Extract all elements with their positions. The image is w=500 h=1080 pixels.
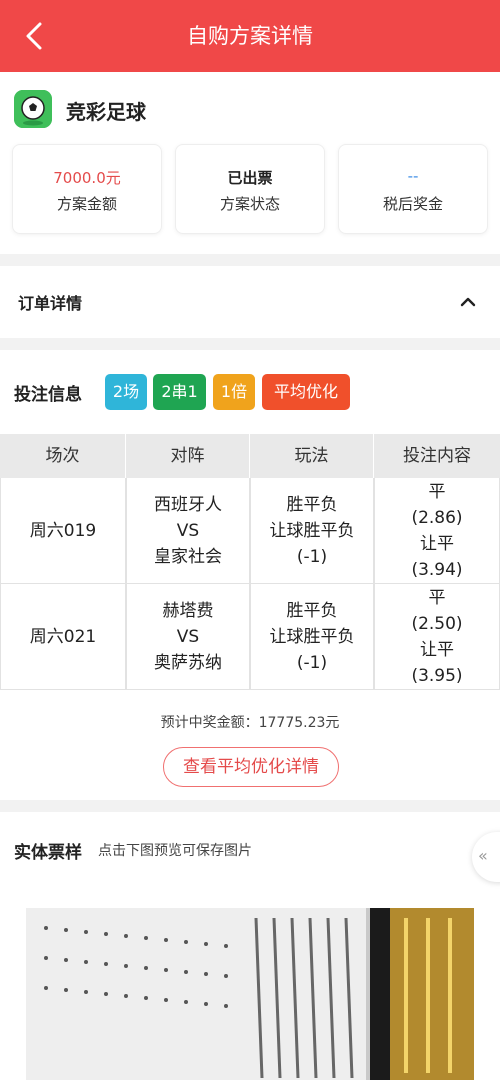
selection-cell: 平 (2.50) 让平 (3.95) bbox=[374, 584, 500, 690]
page-title: 自购方案详情 bbox=[187, 24, 313, 48]
ticket-sample-section: 实体票样 点击下图预览可保存图片 « bbox=[0, 812, 500, 1080]
ticket-sample-hint: 点击下图预览可保存图片 bbox=[98, 843, 252, 859]
double-chevron-left-icon: « bbox=[478, 846, 488, 865]
play-type-handicap: 让球胜平负 bbox=[269, 520, 355, 541]
selection-pick: 平 bbox=[428, 587, 446, 608]
expected-prize-label: 预计中奖金额： bbox=[160, 715, 259, 731]
lottery-name: 竞彩足球 bbox=[66, 100, 146, 124]
column-header-fixture: 对阵 bbox=[126, 434, 250, 478]
selection-odds-handicap: (3.94) bbox=[411, 559, 463, 580]
vs-label: VS bbox=[176, 520, 200, 541]
selection-odds: (2.86) bbox=[411, 507, 463, 528]
column-header-match: 场次 bbox=[0, 434, 126, 478]
expected-prize-value: 17775.23元 bbox=[258, 715, 340, 731]
play-type: 胜平负 bbox=[286, 600, 338, 621]
selection-odds: (2.50) bbox=[411, 613, 463, 634]
after-tax-prize-value: -- bbox=[407, 167, 419, 185]
ticket-sample-label: 实体票样 bbox=[14, 843, 82, 863]
order-details-toggle[interactable]: 订单详情 bbox=[0, 266, 500, 338]
ticket-photo[interactable] bbox=[26, 908, 474, 1080]
bet-info-label: 投注信息 bbox=[14, 385, 82, 405]
column-header-selection: 投注内容 bbox=[374, 434, 500, 478]
table-row: 周六019 西班牙人 VS 皇家社会 胜平负 让球胜平负 (-1) 平 (2.8 bbox=[0, 478, 500, 584]
after-tax-prize-label: 税后奖金 bbox=[382, 195, 443, 213]
soccer-ball-icon bbox=[14, 90, 52, 128]
lottery-summary: 竞彩足球 7000.0元 方案金额 已出票 方案状态 -- 税后奖金 bbox=[0, 72, 500, 254]
selection-pick: 平 bbox=[428, 481, 446, 502]
home-team: 赫塔费 bbox=[162, 600, 214, 621]
chevron-up-icon bbox=[460, 297, 476, 307]
selection-pick-handicap: 让平 bbox=[420, 533, 454, 554]
handicap-value: (-1) bbox=[296, 652, 328, 673]
view-optimization-button[interactable]: 查看平均优化详情 bbox=[163, 747, 339, 787]
table-row: 周六021 赫塔费 VS 奥萨苏纳 胜平负 让球胜平负 (-1) 平 (2.50 bbox=[0, 584, 500, 690]
selection-pick-handicap: 让平 bbox=[420, 639, 454, 660]
away-team: 皇家社会 bbox=[154, 546, 222, 567]
play-type: 胜平负 bbox=[286, 494, 338, 515]
summary-cards: 7000.0元 方案金额 已出票 方案状态 -- 税后奖金 bbox=[12, 144, 488, 234]
matches-count-tag: 2场 bbox=[105, 374, 147, 410]
away-team: 奥萨苏纳 bbox=[154, 652, 222, 673]
plan-amount-value: 7000.0元 bbox=[53, 169, 121, 187]
match-number: 周六021 bbox=[0, 584, 126, 690]
parlay-type-tag: 2串1 bbox=[153, 374, 206, 410]
plan-status-card: 已出票 方案状态 bbox=[175, 144, 325, 234]
plan-amount-label: 方案金额 bbox=[56, 195, 117, 213]
app-header: 自购方案详情 bbox=[0, 0, 500, 72]
play-type-handicap: 让球胜平负 bbox=[269, 626, 355, 647]
plan-amount-card: 7000.0元 方案金额 bbox=[12, 144, 162, 234]
side-float-button[interactable]: « bbox=[472, 832, 500, 882]
plan-status-value: 已出票 bbox=[227, 169, 273, 187]
plan-status-label: 方案状态 bbox=[219, 195, 280, 213]
handicap-value: (-1) bbox=[296, 546, 328, 567]
play-cell: 胜平负 让球胜平负 (-1) bbox=[250, 478, 374, 584]
order-details-label: 订单详情 bbox=[18, 294, 83, 313]
match-number: 周六019 bbox=[0, 478, 126, 584]
column-header-play: 玩法 bbox=[250, 434, 374, 478]
optimization-tag: 平均优化 bbox=[262, 374, 350, 410]
fixture-cell: 赫塔费 VS 奥萨苏纳 bbox=[126, 584, 250, 690]
multiplier-tag: 1倍 bbox=[213, 374, 255, 410]
ticket-photo-image bbox=[26, 908, 474, 1080]
home-team: 西班牙人 bbox=[154, 494, 222, 515]
selection-cell: 平 (2.86) 让平 (3.94) bbox=[374, 478, 500, 584]
play-cell: 胜平负 让球胜平负 (-1) bbox=[250, 584, 374, 690]
selection-odds-handicap: (3.95) bbox=[411, 665, 463, 686]
fixture-cell: 西班牙人 VS 皇家社会 bbox=[126, 478, 250, 584]
bet-info-section: 投注信息 2场 2串1 1倍 平均优化 场次 对阵 玩法 投注内容 周六019 … bbox=[0, 350, 500, 800]
after-tax-prize-card: -- 税后奖金 bbox=[338, 144, 488, 234]
vs-label: VS bbox=[176, 626, 200, 647]
expected-prize: 预计中奖金额：17775.23元 bbox=[0, 712, 500, 732]
